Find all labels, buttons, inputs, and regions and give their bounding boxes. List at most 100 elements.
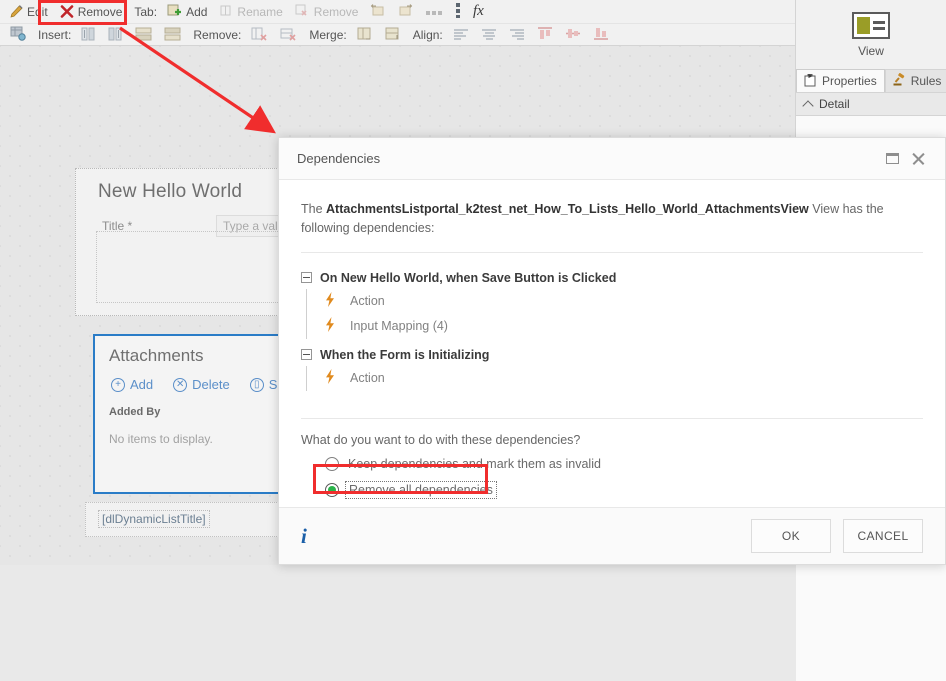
tree-children: Action Input Mapping (4) [306,289,923,339]
merge-down-button[interactable] [379,26,407,45]
attachments-add-label: Add [130,377,153,392]
vertical-ellipsis-button[interactable] [450,2,467,22]
dialog-close-button[interactable] [905,146,931,172]
rename-tab-icon [219,4,233,20]
attachments-delete-label: Delete [192,377,230,392]
lightning-bolt-icon [325,292,339,310]
remove-button[interactable]: Remove [54,4,129,20]
align-left-icon [453,28,469,43]
tab-add-label: Add [186,5,207,19]
insert-column-right-icon [108,27,123,44]
collapse-toggle-icon[interactable] [301,349,312,360]
align-top-button[interactable] [531,26,559,44]
red-x-icon [60,5,74,19]
radio-label-keep: Keep dependencies and mark them as inval… [348,457,601,471]
align-bottom-button[interactable] [587,26,615,44]
insert-column-left-button[interactable] [75,26,102,45]
align-right-icon [509,28,525,43]
detail-section-header[interactable]: Detail [796,92,946,116]
designer-toolbar: Edit Remove Tab: Add Rename Remove [0,0,795,46]
tree-leaf[interactable]: Action [307,366,923,391]
radio-option-keep[interactable]: Keep dependencies and mark them as inval… [325,457,923,471]
tab-rules-label: Rules [911,74,942,88]
merge-right-button[interactable] [351,26,379,45]
remove-column-button[interactable] [245,26,274,45]
insert-column-right-button[interactable] [102,26,129,45]
align-top-icon [537,27,553,43]
tab-remove-button[interactable]: Remove [289,3,365,21]
tab-properties-label: Properties [822,74,877,88]
tree-leaf[interactable]: Input Mapping (4) [307,314,923,339]
align-right-button[interactable] [503,27,531,44]
move-tab-left-icon [370,4,386,20]
dialog-body: The AttachmentsListportal_k2test_net_How… [279,180,945,507]
tree-node-label: When the Form is Initializing [320,348,489,362]
more-options-icon [426,5,444,19]
dialog-titlebar: Dependencies [279,138,945,180]
edit-label: Edit [27,5,48,19]
radio-option-remove-all[interactable]: Remove all dependencies [325,481,923,499]
insert-row-above-icon [135,27,152,44]
layout-grid-button[interactable] [4,25,32,45]
remove-row-button[interactable] [274,26,303,45]
tab-rename-label: Rename [237,5,282,19]
divider-top [301,252,923,253]
radio-button-selected[interactable] [325,483,339,497]
tree-leaf-label: Action [350,371,385,385]
ok-button[interactable]: OK [751,519,831,553]
align-bottom-icon [593,27,609,43]
question-label: What do you want to do with these depend… [301,433,923,447]
dependency-group: When the Form is Initializing Action [301,344,923,391]
svg-text:fx: fx [473,3,484,18]
collapse-toggle-icon[interactable] [301,272,312,283]
view-button[interactable]: View [796,0,946,58]
tree-node-root[interactable]: When the Form is Initializing [301,344,923,366]
move-tab-right-icon [398,4,414,20]
attachments-add-button[interactable]: + Add [111,377,153,392]
view-icon [852,12,890,39]
lightning-bolt-icon [325,317,339,335]
align-middle-button[interactable] [559,26,587,44]
attachments-delete-button[interactable]: ✕ Delete [173,377,230,392]
tab-rules[interactable]: Rules [885,69,946,92]
tab-rename-button[interactable]: Rename [213,3,288,21]
tab-properties[interactable]: Properties [796,69,885,92]
dependency-group: On New Hello World, when Save Button is … [301,267,923,339]
align-middle-icon [565,27,581,43]
dialog-footer: i OK CANCEL [279,507,945,564]
align-left-button[interactable] [447,27,475,44]
remove-tab-icon [295,4,310,20]
merge-right-icon [357,27,373,44]
plus-circle-icon: + [111,378,125,392]
lightning-bolt-icon [325,369,339,387]
merge-down-icon [385,27,401,44]
remove-column-icon [251,27,268,44]
radio-button-unselected[interactable] [325,457,339,471]
tree-leaf[interactable]: Action [307,289,923,314]
move-tab-right-button[interactable] [392,3,420,21]
align-center-button[interactable] [475,27,503,44]
info-icon[interactable]: i [301,524,307,549]
function-fx-button[interactable]: fx [467,1,499,22]
tab-add-button[interactable]: Add [161,2,213,21]
properties-icon [804,73,818,90]
tree-leaf-label: Action [350,294,385,308]
description-prefix: The [301,202,326,216]
move-tab-left-button[interactable] [364,3,392,21]
add-tab-icon [167,3,182,20]
tab-group-label: Tab: [128,5,161,19]
remove-group-label: Remove: [187,28,245,42]
radio-label-remove-all: Remove all dependencies [345,481,497,499]
tree-node-root[interactable]: On New Hello World, when Save Button is … [301,267,923,289]
more-options-button[interactable] [420,4,450,20]
insert-row-above-button[interactable] [129,26,158,45]
dependency-tree: On New Hello World, when Save Button is … [301,267,923,391]
remove-row-icon [280,27,297,44]
dialog-maximize-button[interactable] [879,146,905,172]
cancel-button[interactable]: CANCEL [843,519,923,553]
detail-section-label: Detail [819,97,850,111]
description-view-name: AttachmentsListportal_k2test_net_How_To_… [326,202,809,216]
insert-row-below-button[interactable] [158,26,187,45]
panel-tabstrip: Properties Rules [796,68,946,92]
edit-button[interactable]: Edit [4,4,54,20]
